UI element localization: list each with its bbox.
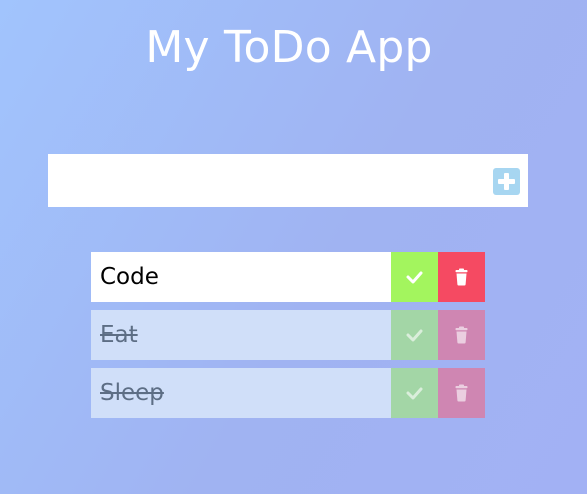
complete-button[interactable] bbox=[391, 310, 438, 360]
complete-button[interactable] bbox=[391, 368, 438, 418]
trash-icon bbox=[455, 268, 468, 286]
delete-button[interactable] bbox=[438, 252, 485, 302]
todo-input[interactable] bbox=[48, 154, 478, 207]
add-todo-form bbox=[48, 154, 528, 207]
app-title: My ToDo App bbox=[145, 22, 433, 73]
todo-list: Code Eat Sleep bbox=[91, 252, 485, 426]
todo-item: Sleep bbox=[91, 368, 485, 418]
delete-button[interactable] bbox=[438, 310, 485, 360]
todo-text: Sleep bbox=[91, 368, 391, 418]
todo-text: Eat bbox=[91, 310, 391, 360]
todo-text: Code bbox=[91, 252, 391, 302]
trash-icon bbox=[455, 384, 468, 402]
check-icon bbox=[406, 387, 423, 400]
todo-item: Eat bbox=[91, 310, 485, 360]
complete-button[interactable] bbox=[391, 252, 438, 302]
check-icon bbox=[406, 329, 423, 342]
trash-icon bbox=[455, 326, 468, 344]
check-icon bbox=[406, 271, 423, 284]
todo-item: Code bbox=[91, 252, 485, 302]
delete-button[interactable] bbox=[438, 368, 485, 418]
add-todo-button[interactable] bbox=[493, 168, 520, 195]
